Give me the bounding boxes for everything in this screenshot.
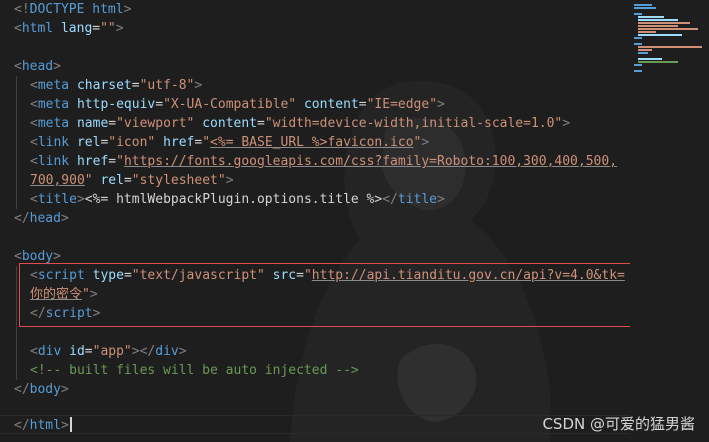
tianditu-api-link[interactable]: http://api.tianditu.gov.cn/api?v=4.0&tk= bbox=[312, 268, 625, 283]
google-fonts-link[interactable]: https://fonts.googleapis.com/css?family=… bbox=[124, 154, 617, 169]
code-line-18: <!-- built files will be auto injected -… bbox=[30, 363, 359, 378]
indent-guide bbox=[16, 266, 17, 380]
code-line-1: <!DOCTYPE html> bbox=[14, 2, 132, 17]
minimap[interactable] bbox=[630, 0, 709, 442]
code-line-19: </body> bbox=[14, 382, 69, 397]
code-line-11: </head> bbox=[14, 211, 69, 226]
watermark-text: CSDN @可爱的猛男酱 bbox=[542, 415, 695, 433]
code-line-17: <div id="app"></div> bbox=[30, 344, 187, 359]
code-line-14: <script type="text/javascript" src="http… bbox=[30, 268, 625, 283]
favicon-link[interactable]: <%= BASE_URL %>favicon.ico bbox=[210, 135, 414, 150]
code-line-15: </script> bbox=[30, 306, 101, 321]
tianditu-api-link-continued[interactable]: 你的密令 bbox=[30, 287, 82, 302]
code-line-5: <meta charset="utf-8"> bbox=[30, 78, 203, 93]
code-line-8: <link rel="icon" href="<%= BASE_URL %>fa… bbox=[30, 135, 430, 150]
current-line-highlight bbox=[0, 415, 630, 434]
code-line-21: </html> bbox=[14, 418, 69, 433]
code-line-4: <head> bbox=[14, 59, 61, 74]
google-fonts-link-continued[interactable]: 700,900 bbox=[30, 173, 85, 188]
code-line-14-wrap: 你的密令"> bbox=[30, 287, 98, 302]
indent-guide bbox=[16, 76, 17, 209]
code-line-6: <meta http-equiv="X-UA-Compatible" conte… bbox=[30, 97, 445, 112]
code-line-2: <html lang=""> bbox=[14, 21, 124, 36]
code-line-9-wrap: 700,900" rel="stylesheet"> bbox=[30, 173, 234, 188]
code-line-9: <link href="https://fonts.googleapis.com… bbox=[30, 154, 618, 169]
code-line-13: <body> bbox=[14, 249, 61, 264]
code-line-7: <meta name="viewport" content="width=dev… bbox=[30, 116, 571, 131]
code-line-10: <title><%= htmlWebpackPlugin.options.tit… bbox=[30, 192, 445, 207]
text-cursor bbox=[70, 417, 72, 432]
code-editor[interactable]: <!DOCTYPE html> <html lang=""> <head> <m… bbox=[0, 0, 709, 442]
